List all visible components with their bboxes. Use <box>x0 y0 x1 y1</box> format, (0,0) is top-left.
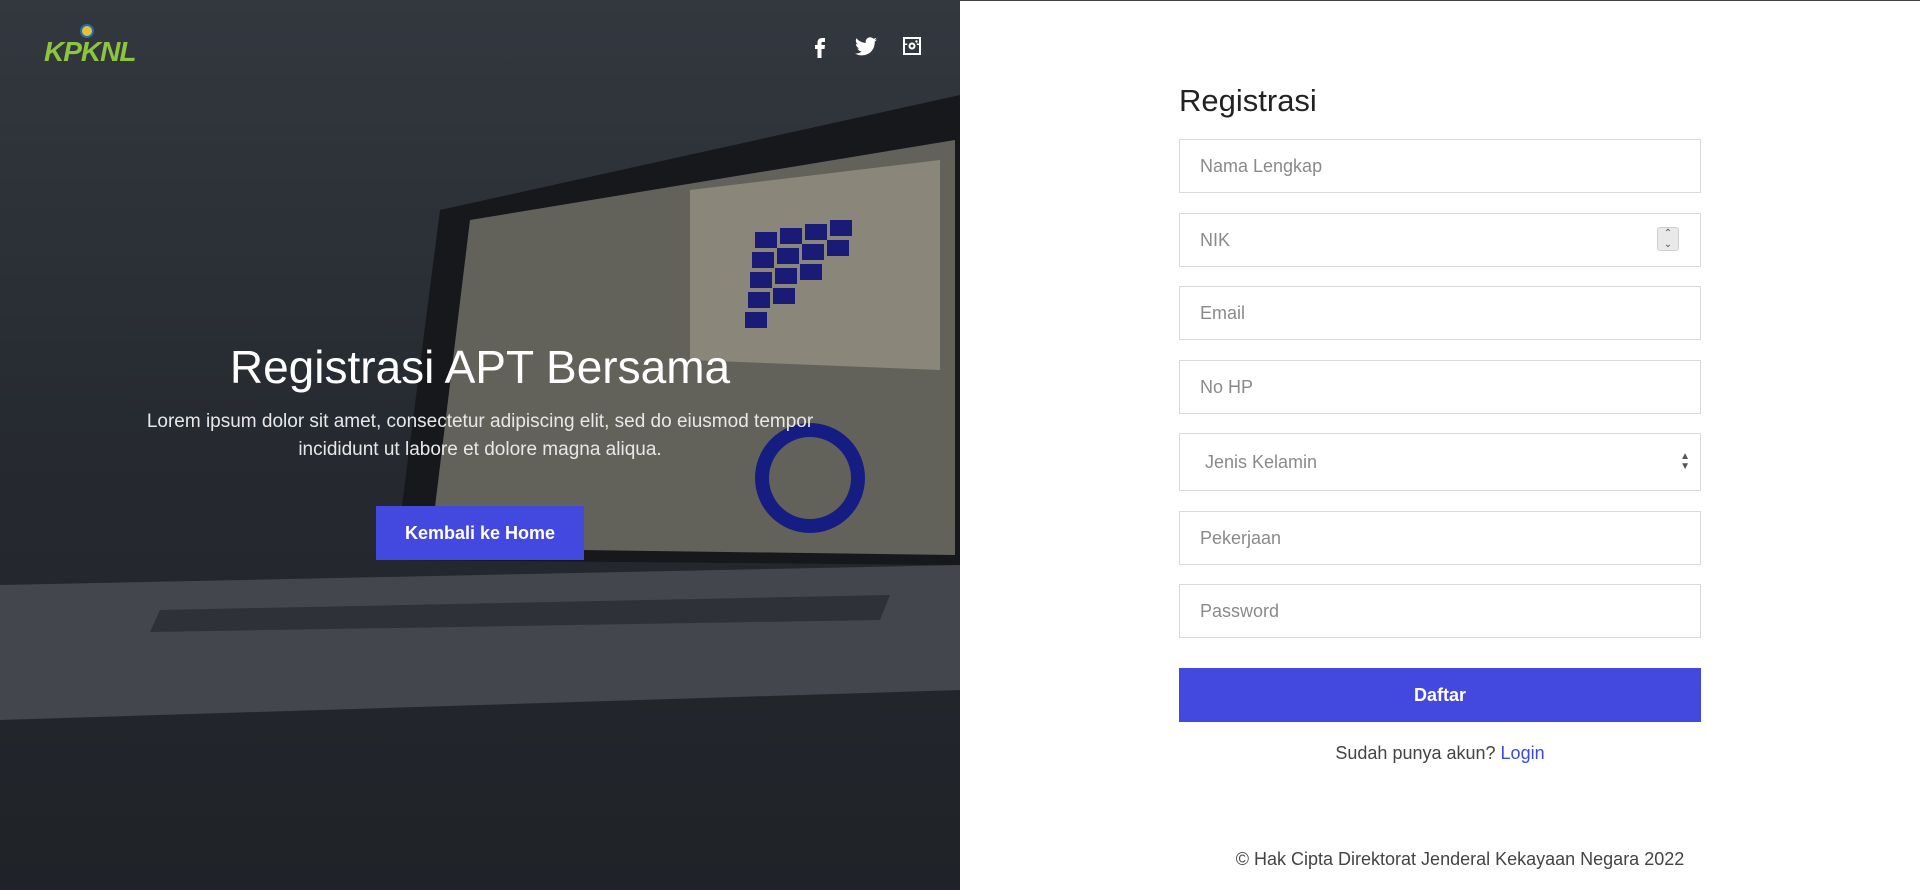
login-prompt-text: Sudah punya akun? <box>1335 743 1496 763</box>
nik-input[interactable] <box>1179 213 1701 267</box>
login-link[interactable]: Login <box>1501 743 1545 763</box>
logo-text: KPKNL <box>44 36 136 67</box>
kpknl-logo[interactable]: KPKNL <box>44 24 136 70</box>
hero-content: Registrasi APT Bersama Lorem ipsum dolor… <box>0 340 960 560</box>
nik-field-wrap: ⌃⌄ <box>960 213 1920 267</box>
register-button[interactable]: Daftar <box>1179 668 1701 722</box>
password-input[interactable] <box>1179 584 1701 638</box>
phone-input[interactable] <box>1179 360 1701 414</box>
hero-panel: KPKNL Registrasi APT Bersama Lorem ipsum… <box>0 0 960 890</box>
gender-select-value: Jenis Kelamin <box>1205 452 1318 472</box>
login-prompt: Sudah punya akun? Login <box>1179 743 1701 764</box>
hero-description: Lorem ipsum dolor sit amet, consectetur … <box>146 411 814 460</box>
email-input[interactable] <box>1179 286 1701 340</box>
occupation-input[interactable] <box>1179 511 1701 565</box>
twitter-icon[interactable] <box>854 34 878 58</box>
instagram-icon[interactable] <box>900 34 924 58</box>
select-arrows-icon: ▲ ▼ <box>1680 451 1690 472</box>
full-name-input[interactable] <box>1179 139 1701 193</box>
registration-panel: Registrasi ⌃⌄ Jenis Kelamin ▲▼ Daftar Su… <box>960 0 1920 890</box>
form-title: Registrasi <box>1179 83 1317 118</box>
number-spinner-icon[interactable]: ⌃ ⌄ <box>1657 227 1679 251</box>
back-to-home-button[interactable]: Kembali ke Home <box>376 506 584 560</box>
gender-select[interactable]: Jenis Kelamin ▲ ▼ <box>1179 433 1701 491</box>
footer-copyright: © Hak Cipta Direktorat Jenderal Kekayaan… <box>1235 849 1685 869</box>
facebook-icon[interactable] <box>808 34 832 58</box>
social-links <box>808 34 924 58</box>
hero-title: Registrasi APT Bersama <box>229 341 731 393</box>
